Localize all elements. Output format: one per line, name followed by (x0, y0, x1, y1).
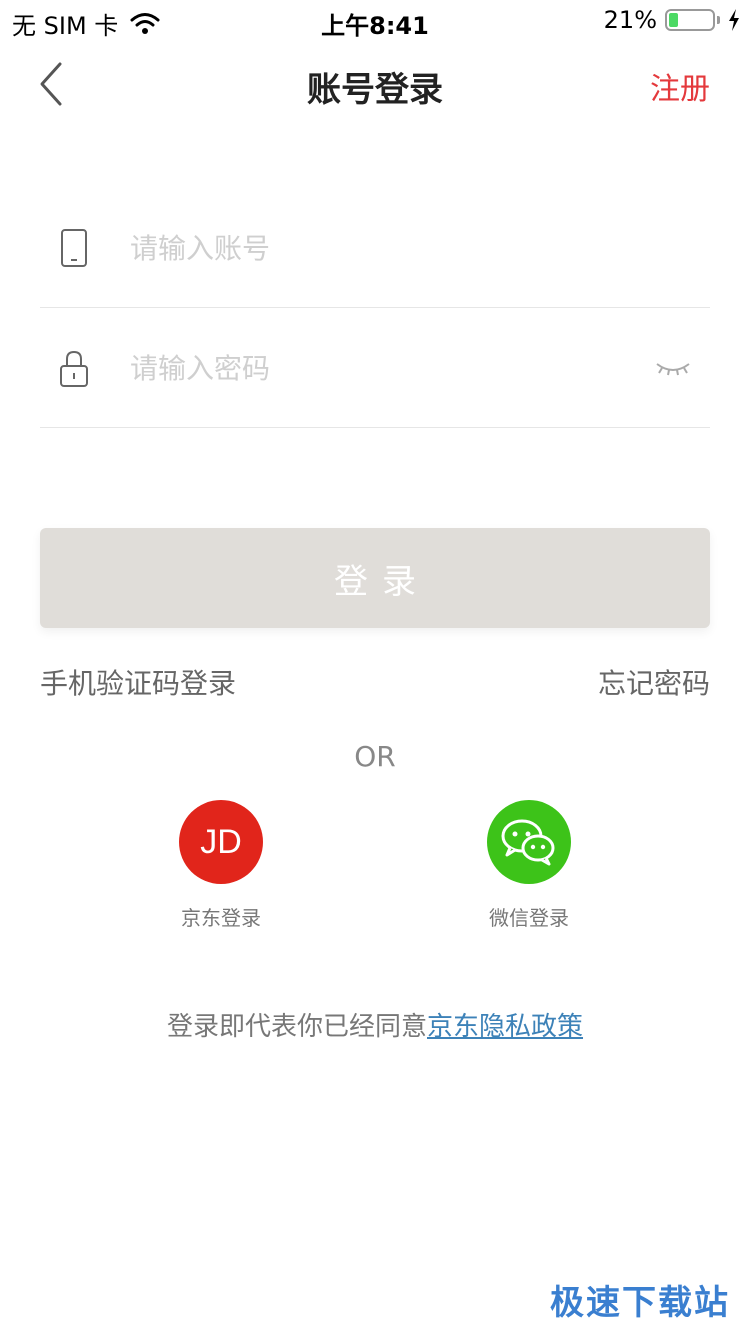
or-divider: OR (354, 740, 396, 773)
wechat-logo-icon[interactable] (487, 800, 571, 884)
battery-cap (717, 16, 720, 24)
wechat-icon (501, 819, 555, 866)
battery-percent: 21% (603, 6, 657, 34)
jd-login-label: 京东登录 (181, 906, 261, 930)
status-bar: 无 SIM 卡 上午8:41 21% (0, 0, 750, 40)
forgot-password-link[interactable]: 忘记密码 (598, 662, 710, 702)
page-title: 账号登录 (307, 70, 443, 110)
account-input[interactable] (130, 224, 630, 272)
jd-logo-text: JD (200, 822, 242, 861)
account-field (40, 188, 710, 308)
agreement-text: 登录即代表你已经同意京东隐私政策 (0, 1006, 750, 1043)
wechat-login-button[interactable]: 微信登录 (469, 800, 589, 931)
wechat-login-label: 微信登录 (489, 906, 569, 930)
battery-icon (665, 9, 715, 31)
lock-icon (60, 350, 88, 387)
phone-icon (61, 229, 87, 267)
watermark-logo: 极速下载站 (550, 1283, 730, 1323)
eye-closed-icon[interactable] (654, 356, 692, 380)
nav-bar: 账号登录 注册 (0, 40, 750, 128)
status-right: 21% (604, 6, 740, 34)
register-button[interactable]: 注册 (650, 64, 710, 108)
battery-level (669, 13, 678, 27)
jd-login-button[interactable]: JD 京东登录 (161, 800, 281, 931)
charging-bolt-icon (729, 9, 739, 31)
privacy-policy-link[interactable]: 京东隐私政策 (427, 1012, 583, 1042)
login-button[interactable]: 登录 (40, 528, 710, 628)
password-input[interactable] (130, 344, 630, 392)
password-field (40, 308, 710, 428)
jd-logo-icon[interactable]: JD (179, 800, 263, 884)
sms-login-link[interactable]: 手机验证码登录 (40, 662, 236, 702)
agreement-prefix: 登录即代表你已经同意 (166, 1012, 427, 1042)
